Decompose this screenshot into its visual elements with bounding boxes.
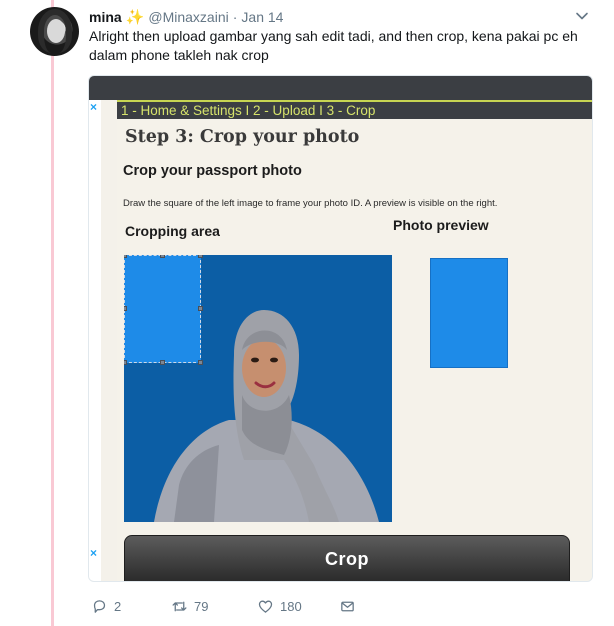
tweet-media-image[interactable]: × × 1 - Home & Settings I 2 - Upload I 3… — [88, 75, 593, 582]
crop-page-panel: Step 3: Crop your photo Crop your passpo… — [117, 119, 592, 581]
retweet-button[interactable]: 79 — [171, 598, 257, 615]
author-name[interactable]: mina — [89, 9, 122, 25]
crop-handle[interactable] — [124, 360, 127, 365]
image-top-bar — [89, 76, 592, 100]
crop-handle[interactable] — [160, 255, 165, 258]
like-count: 180 — [280, 598, 302, 614]
close-icon: × — [90, 100, 98, 114]
tweet-text: Alright then upload gambar yang sah edit… — [89, 28, 578, 63]
cropping-area — [124, 255, 392, 522]
crop-selection-box[interactable] — [124, 255, 201, 363]
image-left-strip: × × — [89, 100, 101, 581]
chevron-down-icon[interactable] — [575, 9, 589, 23]
step-title: Step 3: Crop your photo — [125, 127, 360, 147]
like-icon — [258, 600, 273, 613]
photo-preview-box — [430, 258, 508, 368]
crop-handle[interactable] — [198, 255, 203, 258]
tweet-header: mina ✨ @Minaxzaini · Jan 14 — [89, 8, 283, 26]
retweet-count: 79 — [194, 598, 209, 614]
crop-handle[interactable] — [124, 255, 127, 258]
like-button[interactable]: 180 — [257, 598, 339, 615]
sparkle-emoji: ✨ — [125, 9, 145, 26]
author-handle[interactable]: @Minaxzaini — [148, 9, 228, 25]
thread-line — [51, 0, 54, 626]
avatar[interactable] — [30, 7, 79, 56]
crop-handle[interactable] — [198, 306, 203, 311]
crop-handle[interactable] — [198, 360, 203, 365]
tweet-timestamp[interactable]: Jan 14 — [241, 9, 283, 25]
crop-instructions: Draw the square of the left image to fra… — [123, 198, 498, 209]
reply-count: 2 — [114, 598, 122, 614]
message-icon — [341, 601, 354, 611]
reply-button[interactable]: 2 — [91, 598, 171, 615]
tweet-actions: 2 79 180 — [91, 596, 356, 616]
crop-handle[interactable] — [124, 306, 127, 311]
crop-button[interactable]: Crop — [124, 535, 570, 581]
photo-preview-label: Photo preview — [393, 217, 489, 233]
site-navigation-bar: 1 - Home & Settings I 2 - Upload I 3 - C… — [117, 100, 592, 119]
reply-icon — [93, 599, 106, 613]
direct-message-button[interactable] — [339, 598, 356, 615]
separator-dot: · — [232, 9, 238, 25]
close-icon: × — [90, 546, 98, 560]
crop-heading: Crop your passport photo — [123, 163, 302, 179]
cropping-area-label: Cropping area — [125, 223, 220, 239]
crop-handle[interactable] — [160, 360, 165, 365]
retweet-icon — [172, 601, 187, 611]
